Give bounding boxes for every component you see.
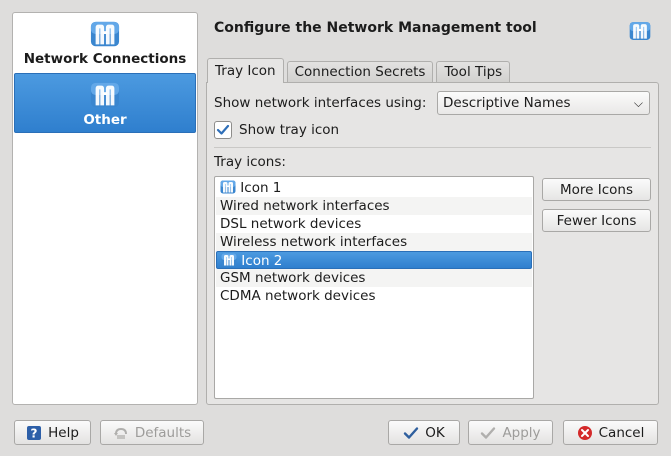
show-interfaces-label: Show network interfaces using:	[214, 95, 427, 111]
tab-bar: Tray Icon Connection Secrets Tool Tips	[207, 58, 513, 83]
show-tray-icon-label: Show tray icon	[239, 122, 340, 138]
tab-tool-tips[interactable]: Tool Tips	[436, 61, 511, 82]
network-management-icon	[90, 19, 120, 49]
sidebar-item-network-connections[interactable]: Network Connections	[13, 13, 197, 73]
sidebar-item-label: Other	[83, 112, 127, 128]
dropdown-value: Descriptive Names	[443, 95, 571, 111]
tray-icons-list[interactable]: Icon 1 Wired network interfaces DSL netw…	[214, 176, 534, 399]
network-management-icon	[220, 179, 236, 195]
tab-label: Tray Icon	[215, 63, 276, 79]
tab-tray-icon[interactable]: Tray Icon	[207, 58, 284, 83]
network-management-icon	[629, 20, 651, 42]
help-button[interactable]: ? Help	[14, 420, 91, 445]
list-item[interactable]: Wired network interfaces	[216, 197, 532, 215]
list-item[interactable]: CDMA network devices	[216, 287, 532, 305]
restore-defaults-icon	[113, 427, 127, 439]
tab-label: Tool Tips	[444, 64, 503, 80]
list-item[interactable]: GSM network devices	[216, 269, 532, 287]
fewer-icons-button[interactable]: Fewer Icons	[542, 209, 651, 232]
svg-text:?: ?	[31, 426, 38, 440]
separator	[214, 147, 651, 148]
cancel-icon	[577, 425, 592, 440]
show-tray-icon-option[interactable]: Show tray icon	[214, 121, 339, 139]
tray-icons-label: Tray icons:	[214, 154, 286, 170]
tab-connection-secrets[interactable]: Connection Secrets	[286, 61, 434, 82]
chevron-down-icon: ⌵	[633, 95, 643, 110]
interface-naming-dropdown[interactable]: Descriptive Names ⌵	[437, 91, 650, 115]
tab-label: Connection Secrets	[294, 64, 426, 80]
network-management-icon	[90, 80, 120, 110]
show-tray-icon-checkbox[interactable]	[214, 121, 232, 139]
list-item[interactable]: DSL network devices	[216, 215, 532, 233]
list-item[interactable]: Icon 1	[216, 179, 532, 197]
list-item-selected[interactable]: Icon 2	[216, 251, 532, 269]
list-item[interactable]: Wireless network interfaces	[216, 233, 532, 251]
ok-button[interactable]: OK	[388, 420, 460, 445]
defaults-button[interactable]: Defaults	[100, 420, 204, 445]
sidebar: Network Connections Other	[12, 12, 198, 405]
page-title: Configure the Network Management tool	[214, 20, 537, 36]
network-management-icon	[221, 252, 237, 268]
checkmark-icon	[404, 426, 419, 439]
tray-icon-panel: Show network interfaces using: Descripti…	[206, 82, 659, 405]
help-icon: ?	[27, 425, 42, 440]
more-icons-button[interactable]: More Icons	[542, 178, 651, 201]
sidebar-item-other[interactable]: Other	[14, 73, 196, 133]
cancel-button[interactable]: Cancel	[563, 420, 658, 445]
apply-button[interactable]: Apply	[468, 420, 553, 445]
checkmark-icon	[481, 426, 496, 439]
checkmark-icon	[216, 124, 230, 135]
sidebar-item-label: Network Connections	[23, 51, 187, 67]
